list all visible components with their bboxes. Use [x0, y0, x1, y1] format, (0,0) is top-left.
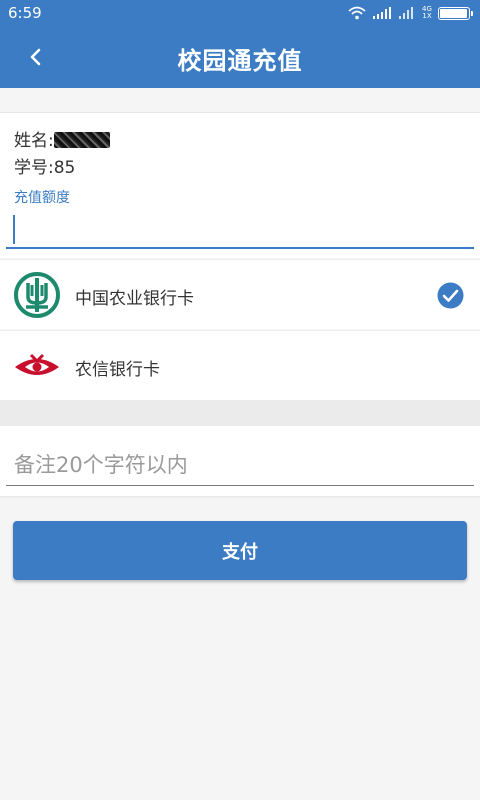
status-icons: 4G 1X — [348, 5, 473, 21]
network-type-bottom: 1X — [422, 12, 432, 20]
rcc-bank-label: 农信银行卡 — [75, 360, 160, 380]
status-bar: 6:59 4G 1X — [0, 0, 480, 26]
student-name-label: 姓名: — [14, 131, 54, 151]
redacted-name — [53, 132, 110, 148]
student-id: 学号:85 — [14, 158, 76, 178]
app-bar: 校园通充值 — [0, 26, 480, 88]
signal-icon-secondary — [399, 7, 413, 19]
remark-section — [0, 426, 480, 496]
abc-bank-logo — [14, 272, 60, 318]
wifi-icon — [348, 6, 366, 20]
abc-bank-label: 中国农业银行卡 — [75, 289, 194, 309]
signal-icon — [373, 7, 391, 19]
pay-button[interactable]: 支付 — [13, 521, 467, 580]
text-cursor — [13, 215, 15, 244]
student-info-card: 姓名: 学号:85 充值额度 — [0, 112, 480, 258]
network-type: 4G 1X — [422, 6, 432, 20]
battery-level — [440, 8, 467, 18]
payment-option-abc[interactable]: 中国农业银行卡 — [0, 259, 480, 329]
check-circle-icon — [437, 282, 464, 309]
rural-credit-bank-logo — [15, 353, 59, 375]
remark-input[interactable] — [6, 444, 474, 486]
amount-label: 充值额度 — [14, 190, 70, 206]
status-time: 6:59 — [8, 4, 42, 22]
page-title: 校园通充值 — [177, 47, 303, 75]
section-divider — [0, 400, 480, 426]
payment-option-rcc[interactable]: 农信银行卡 — [0, 330, 480, 400]
amount-input[interactable] — [6, 211, 474, 249]
battery-icon — [438, 6, 473, 20]
student-name-row: 姓名: — [14, 126, 110, 151]
